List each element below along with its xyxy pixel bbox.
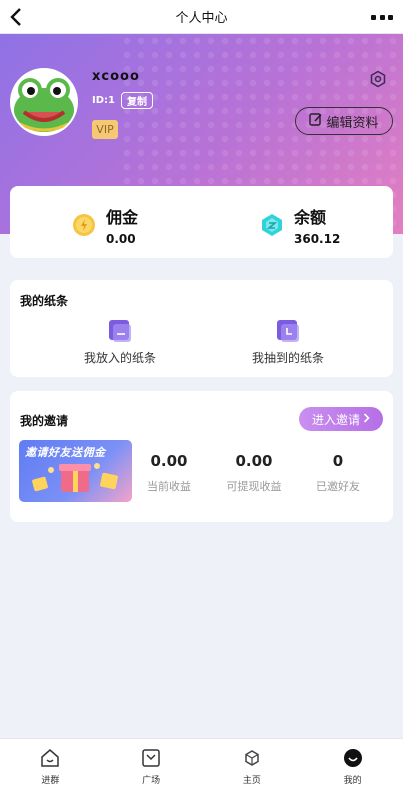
balance-value: 360.12 — [294, 232, 341, 246]
tab-square-label: 广场 — [142, 776, 161, 786]
invite-card: 我的邀请 进入邀请 邀请好友送佣金 0.00 当前收益 0.00 可提现收益 0… — [10, 391, 393, 522]
current-earnings-value: 0.00 — [150, 452, 188, 470]
enter-invite-label: 进入邀请 — [311, 412, 360, 427]
note-put-icon — [107, 318, 133, 344]
copy-id-button[interactable]: 复制 — [121, 92, 153, 109]
tab-join-group-label: 进群 — [41, 776, 60, 786]
invite-title: 我的邀请 — [20, 414, 69, 428]
invited-friends-label: 已邀好友 — [316, 480, 360, 493]
tab-square[interactable]: 广场 — [101, 739, 202, 796]
home-group-icon — [40, 748, 60, 768]
commission-value: 0.00 — [106, 232, 136, 246]
current-earnings-stat: 0.00 当前收益 — [134, 452, 204, 494]
withdrawable-earnings-value: 0.00 — [235, 452, 273, 470]
user-id: ID:1 — [92, 95, 115, 106]
notes-card: 我的纸条 我放入的纸条 我抽到的纸条 — [10, 280, 393, 377]
withdrawable-earnings-stat: 0.00 可提现收益 — [219, 452, 289, 494]
balance-label: 余额 — [294, 208, 327, 227]
invited-friends-stat: 0 已邀好友 — [303, 452, 373, 494]
notes-put-item[interactable]: 我放入的纸条 — [60, 318, 180, 366]
username: xcooo — [92, 69, 140, 84]
edit-profile-label: 编辑资料 — [326, 115, 379, 131]
top-navbar: 个人中心 — [0, 0, 403, 34]
notes-put-label: 我放入的纸条 — [83, 351, 156, 365]
chevron-right-icon — [363, 412, 370, 426]
tab-mine[interactable]: 我的 — [302, 739, 403, 796]
user-face-icon — [343, 748, 363, 768]
notes-drawn-item[interactable]: 我抽到的纸条 — [228, 318, 348, 366]
balance-card: 佣金 0.00 余额 360.12 — [10, 186, 393, 258]
invited-friends-value: 0 — [332, 452, 344, 470]
square-icon — [141, 748, 161, 768]
tab-homepage-label: 主页 — [242, 776, 261, 786]
notes-title: 我的纸条 — [20, 294, 69, 308]
invite-banner[interactable]: 邀请好友送佣金 — [19, 440, 132, 502]
commission-item[interactable]: 佣金 0.00 — [72, 204, 138, 246]
vip-badge: VIP — [92, 120, 118, 139]
note-drawn-icon — [275, 318, 301, 344]
tab-mine-label: 我的 — [343, 776, 362, 786]
more-options-icon[interactable] — [371, 13, 393, 21]
notes-drawn-label: 我抽到的纸条 — [251, 351, 324, 365]
tab-homepage[interactable]: 主页 — [202, 739, 303, 796]
cube-icon — [242, 748, 262, 768]
tab-join-group[interactable]: 进群 — [0, 739, 101, 796]
gift-illustration — [32, 463, 118, 492]
diamond-icon — [260, 213, 284, 237]
settings-icon[interactable] — [369, 70, 387, 88]
avatar[interactable] — [10, 68, 78, 136]
edit-icon — [309, 112, 326, 130]
balance-item[interactable]: 余额 360.12 — [260, 204, 340, 246]
current-earnings-label: 当前收益 — [147, 480, 191, 493]
withdrawable-earnings-label: 可提现收益 — [226, 480, 282, 493]
commission-label: 佣金 — [106, 208, 139, 227]
bottom-tabbar: 进群 广场 主页 我的 — [0, 738, 403, 796]
enter-invite-button[interactable]: 进入邀请 — [299, 407, 383, 431]
edit-profile-button[interactable]: 编辑资料 — [295, 107, 393, 135]
coin-icon — [72, 213, 96, 237]
back-icon[interactable] — [6, 6, 26, 28]
page-title: 个人中心 — [175, 11, 228, 26]
